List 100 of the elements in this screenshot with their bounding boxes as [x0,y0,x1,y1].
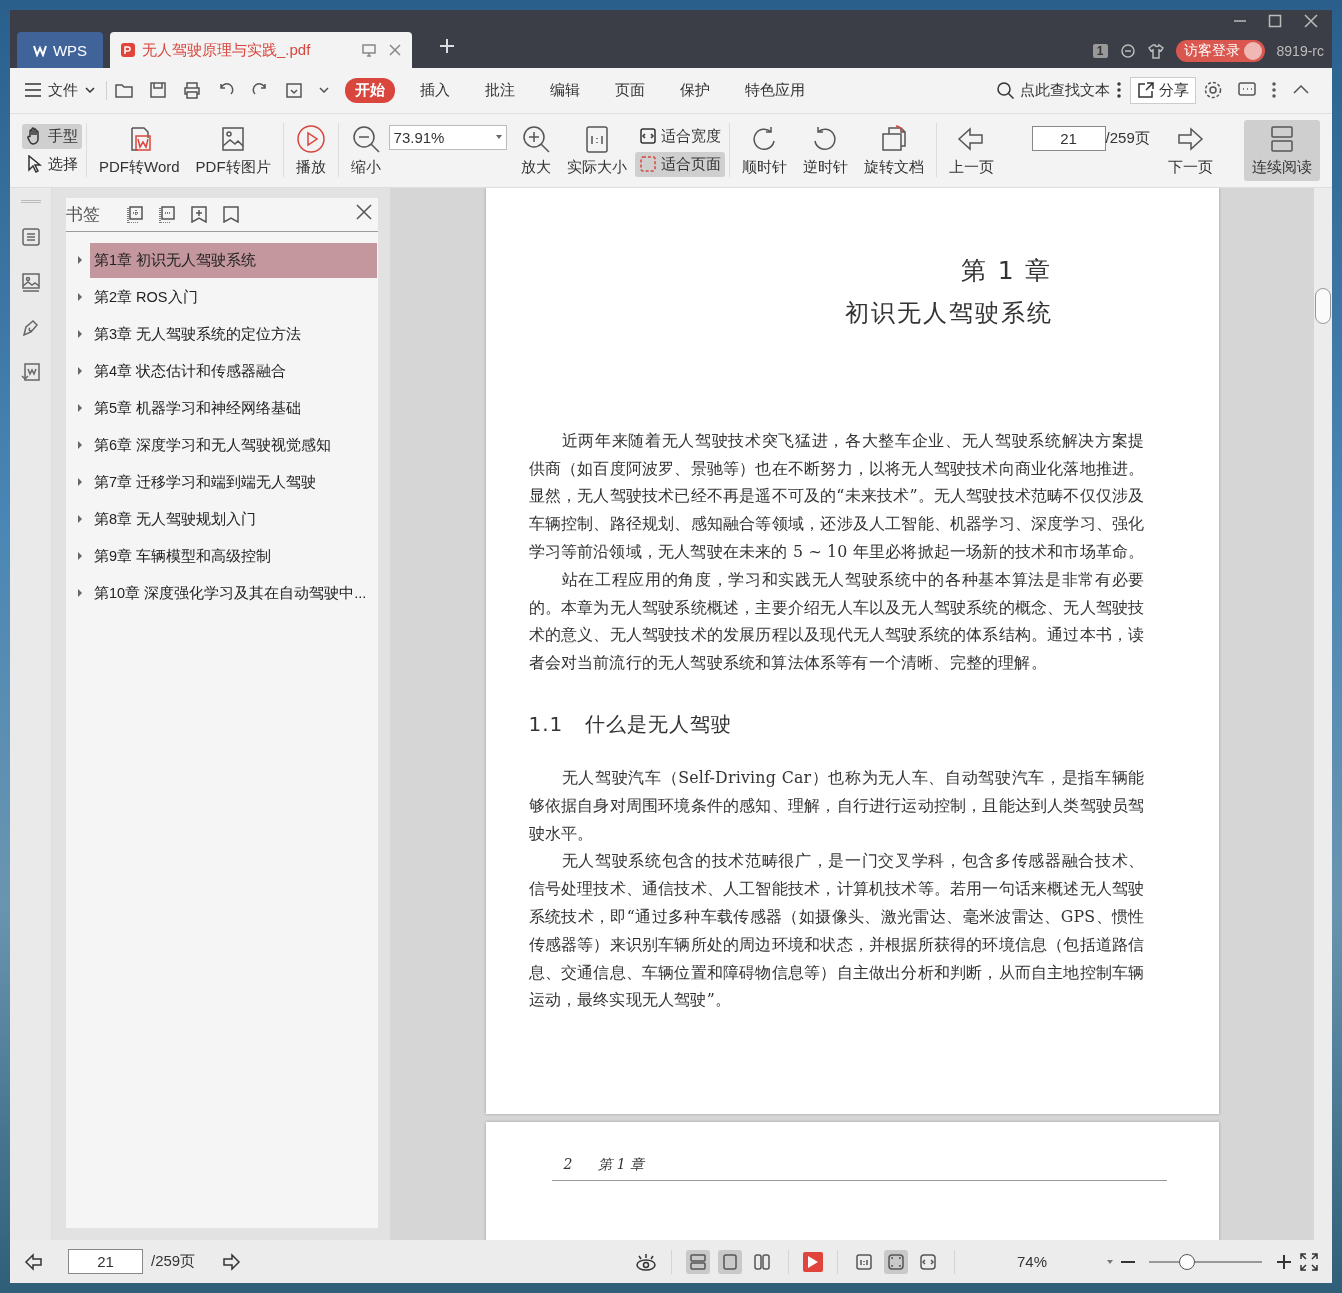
bookmark-item[interactable]: 第3章 无人驾驶系统的定位方法 [90,316,377,352]
dropdown-icon[interactable] [1107,1259,1113,1264]
wps-logo-icon [32,43,47,57]
bookmark-item[interactable]: 第8章 无人驾驶规划入门 [90,501,377,537]
play-button[interactable]: 播放 [287,119,334,181]
collapsed-arrow-icon[interactable] [76,367,84,376]
zoom-out-button[interactable]: 缩小 [342,119,389,181]
scrollbar[interactable] [1314,187,1332,1241]
remove-bookmark-icon [158,205,176,224]
collapsed-arrow-icon[interactable] [76,441,84,450]
fit-page-icon[interactable] [883,1249,908,1274]
collapsed-arrow-icon[interactable] [76,256,84,265]
tab-label: WPS [52,41,88,59]
settings-icon [1204,81,1222,100]
running-header: 第 1 章 [598,1155,645,1174]
avatar-icon [1243,42,1262,60]
ribbon-tab[interactable]: 页面 [605,77,655,103]
bookmark-item[interactable]: 第2章 ROS入门 [90,279,377,315]
next-page-icon [221,1251,242,1272]
continuous-read-button[interactable]: 连续阅读 [1244,119,1320,181]
list-icon [19,225,42,248]
page-number-field[interactable]: 21 [1031,125,1106,151]
collapsed-arrow-icon[interactable] [76,404,84,413]
body-paragraph: 无人驾驶系统包含的技术范畴很广，是一门交叉学科，包含多传感器融合技术、信号处理技术、通信技术、人工智能技术，计算机技术等。若用一句话来概述无人驾驶系统技术，即“通过多种车载传感器（如摄像头、激光雷达、毫米波雷达、GPS、惯性传感器等）来识别车辆所处的周边环境和状态，并根据所获得的环境信息（包括道路信息、交通信息、车辆位置和障碍物信息等）自主做出分析和判断，从而自主地控制车辆运动，最终实现无人驾驶”。 [528,850,1145,1012]
zoom-out-icon [1121,1260,1135,1263]
eye-icon [634,1251,657,1272]
cast-icon [362,43,376,57]
login-button[interactable]: 访客登录 [1175,40,1265,62]
tab[interactable]: WPS [17,32,103,68]
fit-width-icon [638,127,657,146]
ribbon-tab[interactable]: 批注 [475,77,525,103]
search-field[interactable]: 点此查找文本 [1020,80,1110,100]
bookmark-item[interactable]: 第4章 状态估计和传感器融合 [90,353,377,389]
pdf-to-image-button[interactable]: PDF转图片 [187,119,279,181]
rotate-document-button[interactable]: 旋转文档 [855,119,932,181]
play-icon [807,1255,818,1268]
fit-width-button[interactable]: 适合宽度 [634,123,725,149]
fit-page-button[interactable]: 适合页面 [634,151,725,177]
clockwise-button[interactable]: 顺时针 [733,119,795,181]
page-number: 2 [563,1155,573,1174]
ribbon-tab[interactable]: 插入 [410,77,460,103]
zoom-in-icon [520,123,551,154]
bookmark-item[interactable]: 第5章 机器学习和神经网络基础 [90,390,377,426]
file-menu[interactable]: 文件 [24,80,107,100]
close-icon [1304,14,1318,28]
pdf-to-word-button[interactable]: PDF转Word [91,119,188,181]
play-button[interactable] [802,1251,823,1272]
share-icon [1137,81,1155,100]
close-icon [356,204,372,221]
single-page-icon[interactable] [717,1249,742,1274]
zoom-out-icon [350,123,381,154]
share-button[interactable]: 分享 [1130,76,1196,104]
bookmark-item[interactable]: 第9章 车辆模型和高级控制 [90,538,377,574]
collapsed-arrow-icon[interactable] [76,293,84,302]
body-paragraph: 站在工程应用的角度，学习和实践无人驾驶系统中的各种基本算法是非常有必要的。本章为无人驾驶系统概述，主要介绍无人车以及无人驾驶系统的概念、无人驾驶技术的意义、无人驾驶技术的发展历程以及现代无人驾驶系统的体系结构。通过本书，读者会对当前流行的无人驾驶系统和算法体系等有一个清晰、完整的理解。 [528,568,1145,675]
play-icon [295,123,326,154]
select-tool[interactable]: 选择 [22,151,82,177]
menu-icon [24,81,42,100]
previous-page-button[interactable]: 上一页 [940,119,1002,181]
collapsed-arrow-icon[interactable] [76,330,84,339]
zoom-in-button[interactable]: 放大 [512,119,559,181]
hand-tool[interactable]: 手型 [22,123,82,149]
page-number-field[interactable]: 21 [68,1249,143,1274]
body-paragraph: 近两年来随着无人驾驶技术突飞猛进，各大整车企业、无人驾驶系统解决方案提供商（如百度阿波罗、景驰等）也在不断努力，以将无人驾驶技术向商业化落地推进。显然，无人驾驶技术已经不再是遥不可及的“未来技术”。无人驾驶技术范畴不仅仅涉及车辆控制、路径规划、感知融合等领域，还涉及人工智能、机器学习、深度学习、强化学习等前沿领域，无人驾驶在未来的 5 ~ 10 年里必将掀起一场新的技术和市场革命。 [528,429,1145,563]
more-icon [1272,82,1276,99]
pdf-file-icon [120,42,136,58]
ribbon-tab[interactable]: 开始 [345,77,395,103]
bookmark-item[interactable]: 第10章 深度强化学习及其在自动驾驶中... [90,575,377,611]
export-icon [285,81,303,100]
collapsed-arrow-icon[interactable] [76,515,84,524]
dropdown-icon [319,87,329,94]
section-heading: 1.1 什么是无人驾驶 [528,710,734,738]
ribbon-tab[interactable]: 特色应用 [735,77,815,103]
counterclockwise-button[interactable]: 逆时针 [794,119,856,181]
bookmark-icon [222,205,240,224]
previous-page-icon [24,1251,44,1272]
cursor-icon [26,155,44,174]
bookmark-item[interactable]: 第1章 初识无人驾驶系统 [90,242,377,278]
collapsed-arrow-icon[interactable] [76,478,84,487]
continuous-view-icon[interactable] [685,1249,710,1274]
actual-size-button[interactable]: 实际大小 [558,119,635,181]
body-paragraph: 无人驾驶汽车（Self-Driving Car）也称为无人车、自动驾驶汽车，是指车辆能够依据自身对周围环境条件的感知、理解，自行进行运动控制，且能达到人类驾驶员驾驶水平。 [528,766,1145,845]
ribbon-tab[interactable]: 保护 [670,77,720,103]
bookmark-item[interactable]: 第6章 深度学习和无人驾驶视觉感知 [90,427,377,463]
page-total: /259页 [151,1252,196,1271]
slider-thumb[interactable] [1179,1253,1196,1270]
collapsed-arrow-icon[interactable] [76,589,84,598]
search-icon [996,81,1014,100]
more-icon [1116,81,1122,100]
bookmark-item[interactable]: 第7章 迁移学习和端到端无人驾驶 [90,464,377,500]
zoom-field[interactable]: 73.91% [388,124,507,150]
save-icon [149,81,167,100]
tab[interactable]: 无人驾驶原理与实践_.pdf [110,32,412,68]
window-count[interactable]: 1 [1092,44,1108,58]
chapter-number: 第 1 章 [959,254,1053,287]
next-page-button[interactable]: 下一页 [1159,119,1221,181]
fullscreen-icon [1300,1252,1318,1271]
shirt-icon [1147,43,1164,59]
ribbon-tab[interactable]: 编辑 [540,77,590,103]
collapsed-arrow-icon[interactable] [76,552,84,561]
